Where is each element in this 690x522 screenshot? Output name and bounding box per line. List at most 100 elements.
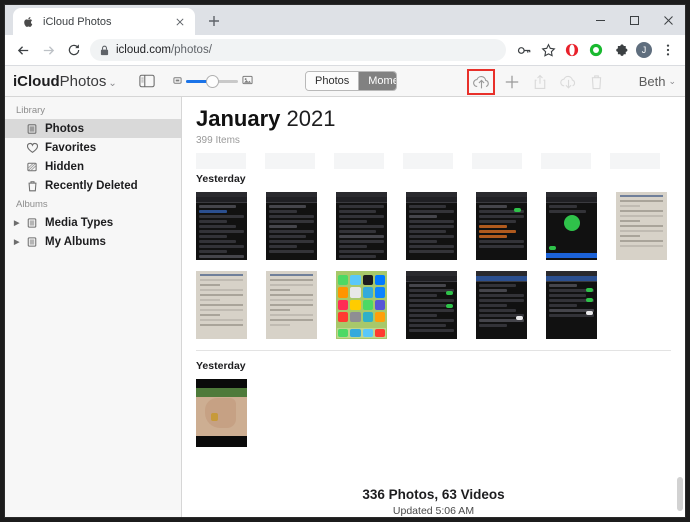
sidebar-item-label: Photos (45, 122, 84, 135)
vertical-scrollbar[interactable] (677, 477, 683, 511)
thumbnail-partial[interactable] (472, 153, 522, 169)
star-icon[interactable] (537, 39, 559, 61)
sidebar-item-photos[interactable]: Photos (5, 119, 181, 138)
photo-thumbnail[interactable] (196, 379, 247, 447)
toolbar-actions (467, 66, 607, 97)
sidebar-item-recently-deleted[interactable]: Recently Deleted (5, 176, 181, 195)
photo-thumbnail[interactable] (546, 192, 597, 260)
photo-thumbnail[interactable] (476, 271, 527, 339)
hidden-icon (25, 160, 39, 174)
profile-initial: J (636, 42, 652, 58)
thumbnail-partial[interactable] (541, 153, 591, 169)
page-title: January 2021 (196, 106, 671, 132)
green-circle-extension-icon[interactable] (585, 39, 607, 61)
small-thumbnail-icon (173, 72, 182, 90)
app-header: iCloudPhotos ⌄ Photos Mome Beth ⌄ (5, 66, 685, 97)
brand-service: Photos (59, 72, 107, 90)
window-controls (583, 5, 685, 35)
opera-extension-icon[interactable] (561, 39, 583, 61)
photo-thumbnail[interactable] (406, 271, 457, 339)
puzzle-extension-icon[interactable] (609, 39, 631, 61)
thumbnail-partial[interactable] (610, 153, 660, 169)
segment-moments[interactable]: Mome (358, 72, 396, 90)
photo-thumbnail[interactable] (616, 192, 667, 260)
sidebar-item-hidden[interactable]: Hidden (5, 157, 181, 176)
photos-icon (25, 122, 39, 136)
url-path: /photos/ (170, 44, 212, 56)
trash-icon (25, 179, 39, 193)
share-button (529, 71, 551, 93)
sidebar-item-my-albums[interactable]: ▶ My Albums (5, 232, 181, 251)
address-bar[interactable]: icloud.com/photos/ (90, 39, 506, 61)
day-group-header: Yesterday (196, 173, 252, 185)
expand-triangle-icon[interactable]: ▶ (14, 219, 24, 227)
back-arrow-icon[interactable] (11, 38, 36, 63)
expand-triangle-icon[interactable]: ▶ (14, 238, 24, 246)
sidebar: Library Photos Favorites Hidden Recently… (5, 97, 182, 517)
url-text: icloud.com/photos/ (116, 44, 212, 56)
segment-photos[interactable]: Photos (306, 72, 359, 90)
cloud-upload-icon (470, 71, 492, 93)
app-body: Library Photos Favorites Hidden Recently… (5, 97, 685, 517)
reload-icon[interactable] (61, 38, 86, 63)
month-title-block: January 2021 399 Items (196, 97, 671, 146)
thumbnail-partial[interactable] (334, 153, 384, 169)
thumbnail-zoom-slider[interactable] (173, 72, 253, 90)
photo-thumbnail[interactable] (336, 271, 387, 339)
zoom-slider-knob[interactable] (205, 74, 219, 88)
thumbnail-partial[interactable] (265, 153, 315, 169)
browser-tab-icloud-photos[interactable]: iCloud Photos (13, 8, 195, 35)
apple-logo-icon (21, 15, 35, 29)
photo-grid-content[interactable]: January 2021 399 Items Yesterday Yesterd… (182, 97, 685, 517)
account-menu[interactable]: Beth ⌄ (639, 66, 676, 97)
view-mode-segmented-control[interactable]: Photos Mome (305, 71, 397, 91)
new-tab-button[interactable] (201, 8, 227, 34)
thumbnail-partial[interactable] (196, 153, 246, 169)
maximize-button[interactable] (617, 5, 651, 35)
tab-close-icon[interactable] (173, 15, 187, 29)
sidebar-item-media-types[interactable]: ▶ Media Types (5, 213, 181, 232)
lock-icon (100, 45, 109, 56)
chevron-down-icon: ⌄ (668, 76, 676, 86)
sidebar-item-label: Media Types (45, 216, 114, 229)
photo-thumbnail[interactable] (546, 271, 597, 339)
add-button[interactable] (501, 71, 523, 93)
browser-toolbar-icons: J (511, 39, 679, 61)
icloud-photos-app: iCloudPhotos ⌄ Photos Mome Beth ⌄ Librar… (5, 66, 685, 517)
library-stats: 336 Photos, 63 Videos Updated 5:06 AM (196, 487, 671, 517)
photo-thumbnail[interactable] (406, 192, 457, 260)
app-brand[interactable]: iCloudPhotos ⌄ (13, 73, 117, 90)
thumbnail-partial[interactable] (403, 153, 453, 169)
sidebar-item-label: Hidden (45, 160, 84, 173)
sidebar-item-label: My Albums (45, 235, 106, 248)
tab-strip: iCloud Photos (5, 5, 685, 35)
thumbnail-row (196, 271, 671, 339)
photo-thumbnail[interactable] (336, 192, 387, 260)
sidebar-section-library: Library (16, 105, 46, 116)
items-count: 399 Items (196, 135, 240, 146)
account-name: Beth (638, 74, 666, 89)
key-icon[interactable] (513, 39, 535, 61)
sidebar-item-label: Recently Deleted (45, 179, 138, 192)
zoom-slider-track[interactable] (185, 74, 238, 88)
sidebar-toggle-icon[interactable] (139, 74, 155, 88)
album-icon (25, 216, 39, 230)
sidebar-item-favorites[interactable]: Favorites (5, 138, 181, 157)
photo-thumbnail[interactable] (196, 192, 247, 260)
photo-thumbnail[interactable] (266, 192, 317, 260)
close-window-button[interactable] (651, 5, 685, 35)
heart-icon (25, 141, 39, 155)
last-updated: Updated 5:06 AM (392, 505, 475, 517)
photo-thumbnail[interactable] (266, 271, 317, 339)
three-dot-menu-icon[interactable] (657, 39, 679, 61)
upload-button[interactable] (467, 68, 495, 95)
day-group-header: Yesterday (196, 360, 252, 372)
large-thumbnail-icon (242, 72, 253, 90)
photo-thumbnail[interactable] (196, 271, 247, 339)
minimize-button[interactable] (583, 5, 617, 35)
chevron-down-icon[interactable]: ⌄ (108, 78, 116, 89)
thumbnail-row (196, 192, 671, 260)
forward-arrow-icon (36, 38, 61, 63)
profile-avatar[interactable]: J (633, 39, 655, 61)
photo-thumbnail[interactable] (476, 192, 527, 260)
